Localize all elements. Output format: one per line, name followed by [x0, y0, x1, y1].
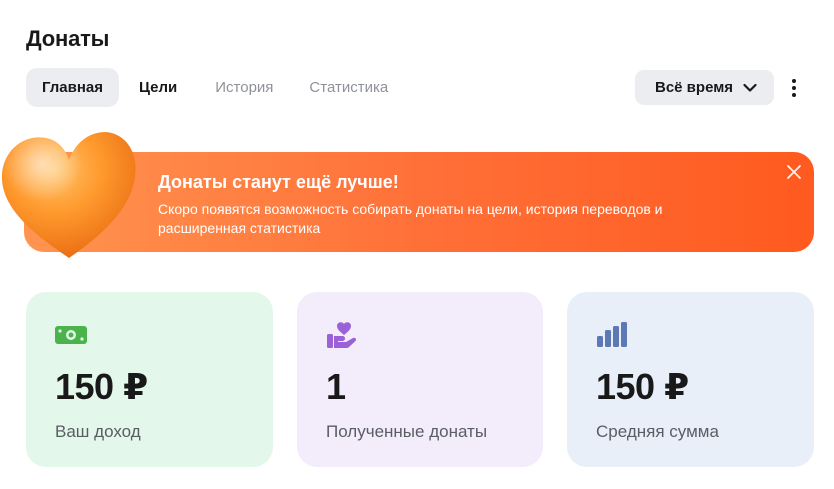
- period-label: Всё время: [655, 79, 734, 96]
- banner-title: Донаты станут ещё лучше!: [158, 172, 399, 192]
- bar-chart-icon: [597, 322, 627, 347]
- average-amount-label: Средняя сумма: [596, 422, 719, 441]
- heart-illustration: [1, 132, 136, 258]
- close-icon[interactable]: [785, 163, 803, 181]
- tab-goals[interactable]: Цели: [119, 68, 197, 107]
- page-title: Донаты: [26, 26, 110, 51]
- received-donations-card: 1 Полученные донаты: [297, 292, 543, 467]
- tab-main[interactable]: Главная: [26, 68, 120, 107]
- income-value: 150 ₽: [55, 366, 148, 407]
- tab-statistics[interactable]: Статистика: [291, 68, 406, 107]
- heart-hand-icon: [327, 322, 357, 348]
- period-dropdown[interactable]: Всё время: [635, 70, 774, 105]
- dot-icon: [792, 93, 796, 97]
- average-amount-card: 150 ₽ Средняя сумма: [567, 292, 814, 467]
- chevron-down-icon: [743, 83, 757, 92]
- tab-history[interactable]: История: [197, 68, 291, 107]
- dot-icon: [792, 86, 796, 90]
- received-donations-value: 1: [326, 366, 346, 407]
- average-amount-value: 150 ₽: [596, 366, 689, 407]
- cash-icon: [55, 326, 87, 344]
- more-options-button[interactable]: [784, 76, 804, 100]
- dot-icon: [792, 79, 796, 83]
- banner-text: Скоро появятся возможность собирать дона…: [158, 201, 663, 236]
- income-label: Ваш доход: [55, 422, 141, 441]
- tab-bar: Главная Цели История Статистика: [26, 68, 406, 107]
- income-card: 150 ₽ Ваш доход: [26, 292, 273, 467]
- received-donations-label: Полученные донаты: [326, 422, 488, 441]
